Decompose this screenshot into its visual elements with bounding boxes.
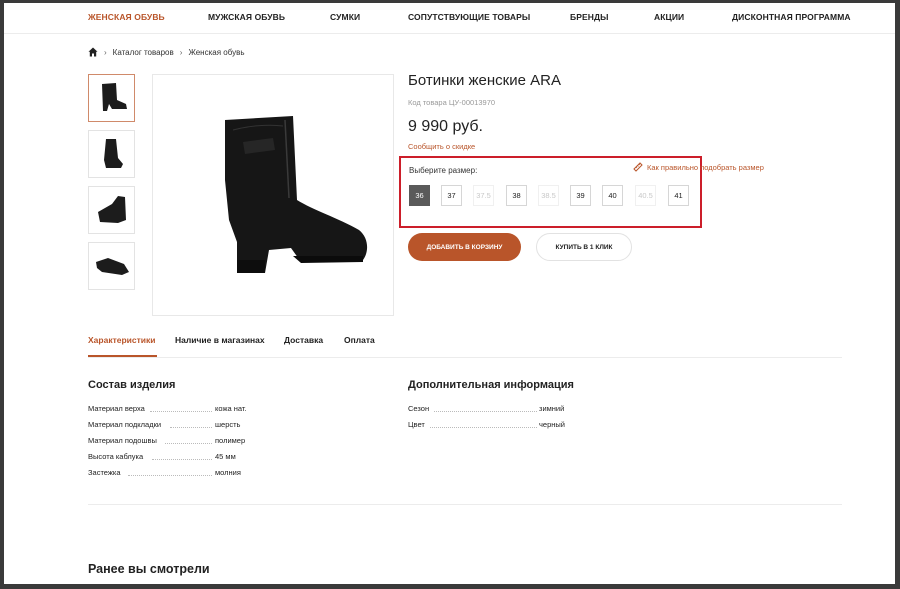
thumbnail-boot-back[interactable] bbox=[88, 186, 135, 234]
dotted-leader bbox=[165, 443, 212, 444]
dotted-leader bbox=[150, 411, 212, 412]
spec-key: Сезон bbox=[408, 404, 430, 413]
size-option-38[interactable]: 38 bbox=[506, 185, 527, 206]
spec-row: Материал подошвы полимер bbox=[88, 436, 268, 446]
boot-image bbox=[225, 116, 368, 273]
tab-delivery[interactable]: Доставка bbox=[284, 335, 323, 345]
composition-heading: Состав изделия bbox=[88, 379, 176, 391]
nav-item-bags[interactable]: Сумки bbox=[330, 12, 360, 22]
page: Женская обувь Мужская обувь Сумки Сопутс… bbox=[4, 3, 895, 584]
spec-key: Материал верха bbox=[88, 404, 145, 413]
size-guide-link[interactable]: Как правильно подобрать размер bbox=[633, 162, 764, 172]
size-option-36[interactable]: 36 bbox=[409, 185, 430, 206]
spec-key: Цвет bbox=[408, 420, 425, 429]
spec-key: Материал подошвы bbox=[88, 436, 157, 445]
ruler-icon bbox=[633, 162, 643, 172]
dotted-leader bbox=[128, 475, 212, 476]
size-label: Выберите размер: bbox=[409, 166, 478, 175]
product-sku: Код товара ЦУ-00013970 bbox=[408, 98, 496, 107]
tab-store-availability[interactable]: Наличие в магазинах bbox=[175, 335, 265, 345]
spec-value: кожа нат. bbox=[215, 404, 247, 413]
active-tab-indicator bbox=[88, 355, 157, 357]
spec-row: Цвет черный bbox=[408, 420, 588, 430]
dotted-leader bbox=[430, 427, 537, 428]
product-tabs: Характеристики Наличие в магазинах Доста… bbox=[88, 325, 842, 358]
discount-notify-link[interactable]: Сообщить о скидке bbox=[408, 142, 475, 151]
dotted-leader bbox=[170, 427, 212, 428]
spec-row: Застежка молния bbox=[88, 468, 268, 478]
spec-value: полимер bbox=[215, 436, 246, 445]
breadcrumb-catalog[interactable]: Каталог товаров bbox=[113, 48, 174, 57]
section-divider bbox=[88, 504, 842, 505]
size-option-39[interactable]: 39 bbox=[570, 185, 591, 206]
product-main-image[interactable] bbox=[152, 74, 394, 316]
spec-key: Высота каблука bbox=[88, 452, 144, 461]
spec-value: 45 мм bbox=[215, 452, 236, 461]
add-to-cart-button[interactable]: ДОБАВИТЬ В КОРЗИНУ bbox=[408, 233, 521, 261]
boot-thumbnail-image bbox=[97, 196, 126, 223]
size-option-40-5: 40.5 bbox=[635, 185, 656, 206]
spec-key: Материал подкладки bbox=[88, 420, 162, 429]
extra-info-heading: Дополнительная информация bbox=[408, 379, 574, 391]
nav-item-women-shoes[interactable]: Женская обувь bbox=[88, 12, 165, 22]
top-nav: Женская обувь Мужская обувь Сумки Сопутс… bbox=[4, 3, 895, 34]
chevron-right-icon: › bbox=[179, 47, 183, 57]
buy-one-click-button[interactable]: КУПИТЬ В 1 КЛИК bbox=[536, 233, 632, 261]
dotted-leader bbox=[434, 411, 537, 412]
size-option-37[interactable]: 37 bbox=[441, 185, 462, 206]
spec-value: зимний bbox=[539, 404, 565, 413]
spec-value: молния bbox=[215, 468, 241, 477]
spec-row: Высота каблука 45 мм bbox=[88, 452, 268, 462]
breadcrumb: › Каталог товаров › Женская обувь bbox=[88, 47, 245, 57]
size-option-38-5: 38.5 bbox=[538, 185, 559, 206]
thumbnail-boot-front[interactable] bbox=[88, 130, 135, 178]
nav-item-accessories[interactable]: Сопутствующие товары bbox=[408, 12, 530, 22]
nav-item-discount-program[interactable]: Дисконтная программа bbox=[732, 12, 851, 22]
spec-row: Материал верха кожа нат. bbox=[88, 404, 268, 414]
home-icon[interactable] bbox=[88, 47, 98, 57]
product-price: 9 990 руб. bbox=[408, 118, 483, 135]
tab-payment[interactable]: Оплата bbox=[344, 335, 375, 345]
spec-value: шерсть bbox=[215, 420, 241, 429]
breadcrumb-women-shoes[interactable]: Женская обувь bbox=[188, 48, 244, 57]
tab-characteristics[interactable]: Характеристики bbox=[88, 335, 155, 345]
dotted-leader bbox=[152, 459, 212, 460]
thumbnail-boot-sole[interactable] bbox=[88, 242, 135, 290]
nav-item-sales[interactable]: Акции bbox=[654, 12, 684, 22]
size-option-40[interactable]: 40 bbox=[602, 185, 623, 206]
chevron-right-icon: › bbox=[104, 47, 107, 57]
nav-item-men-shoes[interactable]: Мужская обувь bbox=[208, 12, 285, 22]
spec-row: Материал подкладки шерсть bbox=[88, 420, 268, 430]
spec-value: черный bbox=[539, 420, 565, 429]
boot-thumbnail-image bbox=[103, 139, 123, 168]
boot-thumbnail-image bbox=[95, 258, 129, 275]
spec-key: Застежка bbox=[88, 468, 121, 477]
nav-item-brands[interactable]: Бренды bbox=[570, 12, 609, 22]
thumbnail-boot-side[interactable] bbox=[88, 74, 135, 122]
size-option-41[interactable]: 41 bbox=[668, 185, 689, 206]
product-title: Ботинки женские ARA bbox=[408, 72, 561, 89]
boot-thumbnail-image bbox=[101, 83, 127, 111]
spec-row: Сезон зимний bbox=[408, 404, 588, 414]
size-option-37-5: 37.5 bbox=[473, 185, 494, 206]
size-guide-label: Как правильно подобрать размер bbox=[647, 162, 764, 172]
recently-viewed-heading: Ранее вы смотрели bbox=[88, 562, 210, 576]
